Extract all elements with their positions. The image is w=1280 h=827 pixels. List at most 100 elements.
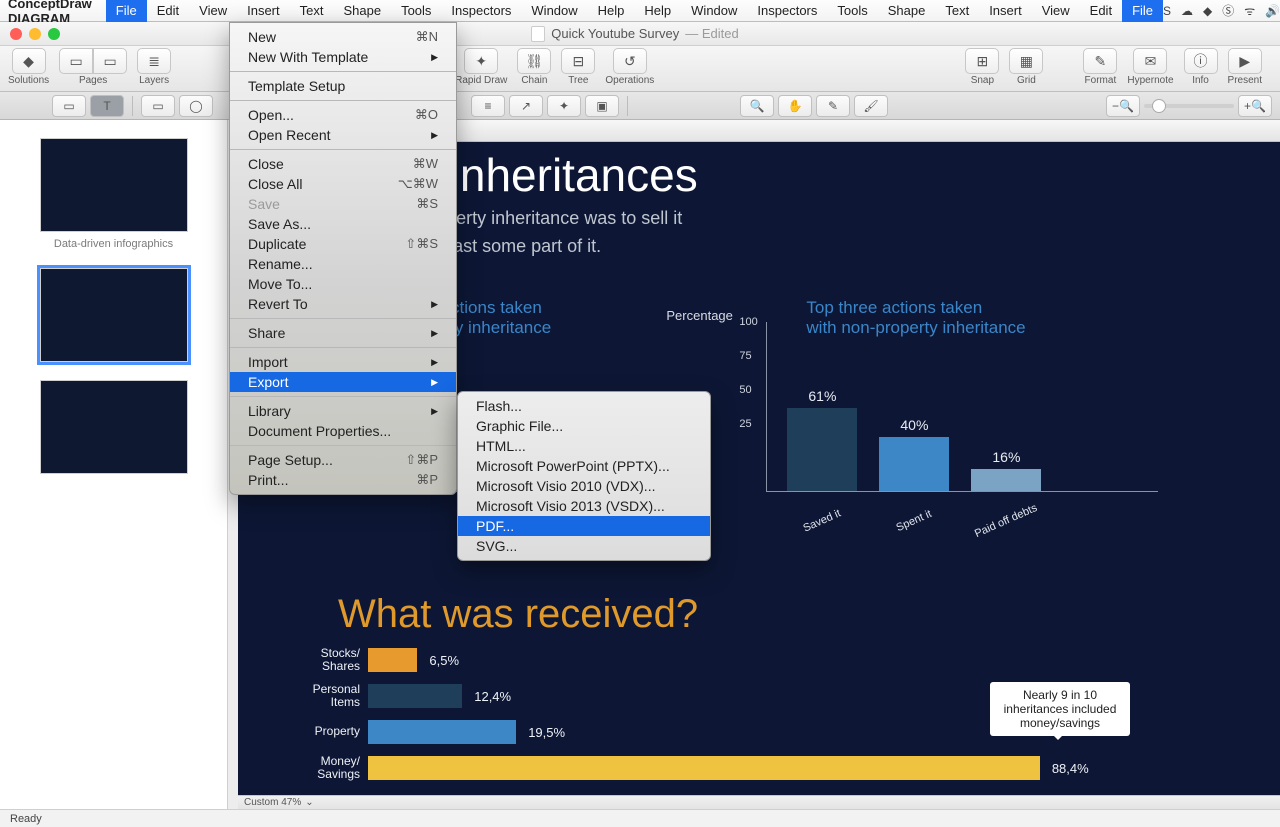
menu-inspectors[interactable]: Inspectors [441,0,521,22]
export-item-flash-[interactable]: Flash... [458,396,710,416]
menu-item-duplicate[interactable]: Duplicate⇧⌘S [230,234,456,254]
menu-item-open-[interactable]: Open...⌘O [230,105,456,125]
menu-help[interactable]: Help [588,0,635,22]
brush-tool[interactable]: 🖌 [854,95,888,117]
menu-item-close-all[interactable]: Close All⌥⌘W [230,174,456,194]
menu-view[interactable]: View [189,0,237,22]
toolbar-button[interactable]: ↺ [613,48,647,74]
menu-item-revert-to[interactable]: Revert To [230,294,456,314]
toolbar-button[interactable]: ▭ [93,48,127,74]
pointer-tool[interactable]: ▭ [52,95,86,117]
toolbar-button[interactable]: ⊟ [561,48,595,74]
menu-text[interactable]: Text [935,0,979,22]
toolbar-button[interactable]: ⛓ [517,48,551,74]
zoom-slider[interactable] [1144,104,1234,108]
export-item-html-[interactable]: HTML... [458,436,710,456]
export-item-microsoft-visio-vdx-[interactable]: Microsoft Visio 2010 (VDX)... [458,476,710,496]
menu-item-move-to-[interactable]: Move To... [230,274,456,294]
menu-edit[interactable]: Edit [147,0,189,22]
toolbar-button[interactable]: ▶ [1228,48,1262,74]
menu-window[interactable]: Window [681,0,747,22]
menu-item-rename-[interactable]: Rename... [230,254,456,274]
zoom-out-button[interactable]: −🔍 [1106,95,1140,117]
node-tool[interactable]: ✦ [547,95,581,117]
hand-tool[interactable]: ✋ [778,95,812,117]
page-thumbnail[interactable] [40,380,188,474]
menu-view[interactable]: View [1032,0,1080,22]
menu-shape[interactable]: Shape [333,0,391,22]
menu-item-library[interactable]: Library [230,401,456,421]
ellipse-tool[interactable]: ◯ [179,95,213,117]
menu-item-page-setup-[interactable]: Page Setup...⇧⌘P [230,450,456,470]
menu-insert[interactable]: Insert [237,0,290,22]
menu-item-document-properties-[interactable]: Document Properties... [230,421,456,441]
skype-icon[interactable]: Ⓢ [1222,2,1234,19]
toolbar-button[interactable]: ◆ [12,48,46,74]
text-tool[interactable]: T [90,95,124,117]
s-icon[interactable]: S [1163,4,1171,18]
zoom-level[interactable]: Custom 47% [244,797,301,808]
traffic-lights[interactable] [10,28,60,40]
toolbar-group-info: ⓘInfo [1184,48,1218,86]
export-item-microsoft-powerpoint-pptx-[interactable]: Microsoft PowerPoint (PPTX)... [458,456,710,476]
toolbar-group-present: ▶Present [1228,48,1262,86]
toolbar-label: Solutions [8,75,49,86]
menu-item-new[interactable]: New⌘N [230,27,456,47]
menu-item-save-as-[interactable]: Save As... [230,214,456,234]
toolbar-group-chain: ⛓Chain [517,48,551,86]
menu-text[interactable]: Text [290,0,334,22]
zoom-in-button[interactable]: +🔍 [1238,95,1272,117]
menu-file[interactable]: File [106,0,147,22]
menu-item-open-recent[interactable]: Open Recent [230,125,456,145]
toolbar-button[interactable]: ⓘ [1184,48,1218,74]
toolbar-button[interactable]: ▭ [59,48,93,74]
toolbar-group-hypernote: ✉Hypernote [1127,48,1173,86]
align-tool[interactable]: ≡ [471,95,505,117]
zoom-tool[interactable]: 🔍 [740,95,774,117]
menu-tools[interactable]: Tools [391,0,441,22]
toolbar-button[interactable]: ≣ [137,48,171,74]
menu-inspectors[interactable]: Inspectors [747,0,827,22]
wifi-icon[interactable]: ᯤ [1244,2,1255,19]
toolbar-group-pages: ▭▭Pages [59,48,127,86]
menu-item-share[interactable]: Share [230,323,456,343]
received-bar [368,684,462,708]
menu-window[interactable]: Window [521,0,587,22]
menu-edit[interactable]: Edit [1080,0,1122,22]
file-menu[interactable]: New⌘NNew With Template Template Setup Open… [229,22,457,495]
toolbar-button[interactable]: ✉ [1133,48,1167,74]
zoom-footer: Custom 47% ⌄ [238,795,1280,809]
menu-tools[interactable]: Tools [827,0,877,22]
menu-shape[interactable]: Shape [878,0,936,22]
toolbar-label: Info [1192,75,1209,86]
received-label: Stocks/ Shares [298,647,368,673]
diamond-icon[interactable]: ◆ [1203,4,1212,18]
toolbar-button[interactable]: ▦ [1009,48,1043,74]
crop-tool[interactable]: ▣ [585,95,619,117]
toolbar-button[interactable]: ✦ [464,48,498,74]
eyedrop-tool[interactable]: ✎ [816,95,850,117]
toolbar-button[interactable]: ⊞ [965,48,999,74]
toolbar-button[interactable]: ✎ [1083,48,1117,74]
page-thumbnail[interactable] [40,268,188,362]
export-item-microsoft-visio-vsdx-[interactable]: Microsoft Visio 2013 (VSDX)... [458,496,710,516]
menu-item-close[interactable]: Close⌘W [230,154,456,174]
menu-help[interactable]: Help [634,0,681,22]
menu-item-print-[interactable]: Print...⌘P [230,470,456,490]
page-thumbnail[interactable] [40,138,188,232]
menu-file[interactable]: File [1122,0,1163,22]
menu-insert[interactable]: Insert [979,0,1032,22]
menu-item-import[interactable]: Import [230,352,456,372]
chart2-bar-label: 16% [971,449,1041,465]
export-item-svg-[interactable]: SVG... [458,536,710,556]
export-submenu[interactable]: Flash...Graphic File...HTML...Microsoft … [457,391,711,561]
export-item-graphic-file-[interactable]: Graphic File... [458,416,710,436]
rect-tool[interactable]: ▭ [141,95,175,117]
cloud-icon[interactable]: ☁ [1181,4,1193,18]
volume-icon[interactable]: 🔊 [1265,4,1280,18]
connect-tool[interactable]: ↗ [509,95,543,117]
menu-item-new-with-template[interactable]: New With Template [230,47,456,67]
menu-item-export[interactable]: Export [230,372,456,392]
menu-item-template-setup[interactable]: Template Setup [230,76,456,96]
export-item-pdf-[interactable]: PDF... [458,516,710,536]
